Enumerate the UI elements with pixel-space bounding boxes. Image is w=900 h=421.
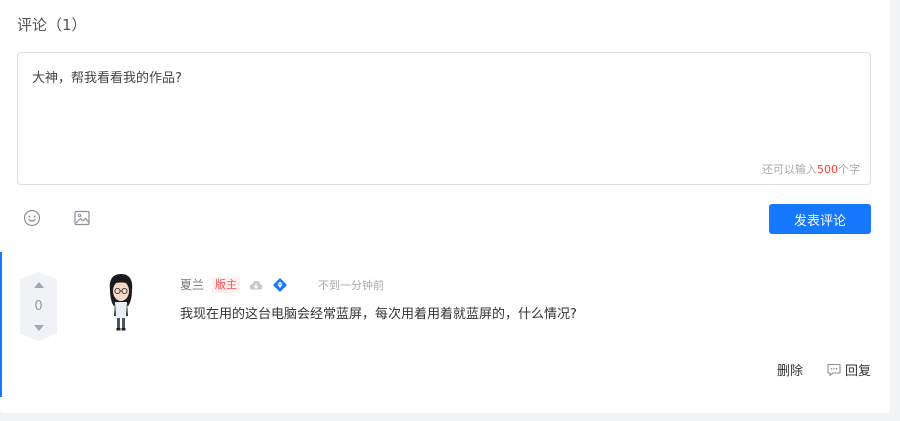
char-counter: 还可以输入500个字 bbox=[762, 161, 860, 177]
char-counter-number: 500 bbox=[817, 163, 838, 176]
char-counter-suffix: 个字 bbox=[838, 163, 860, 176]
reply-label: 回复 bbox=[845, 364, 872, 379]
comment-item: 0 夏兰 版主 不到一分钟前 我现在用的这台电脑会经常蓝屏，每次用着用着就蓝屏的… bbox=[0, 252, 892, 397]
comment-time: 不到一分钟前 bbox=[318, 278, 385, 292]
image-icon[interactable] bbox=[73, 209, 91, 227]
comment-input-text[interactable]: 大神，帮我看看我的作品? bbox=[32, 67, 182, 86]
comment-text: 我现在用的这台电脑会经常蓝屏，每次用着用着就蓝屏的，什么情况? bbox=[180, 307, 577, 322]
comment-author[interactable]: 夏兰 bbox=[180, 276, 204, 293]
reply-button[interactable]: 回复 bbox=[826, 360, 871, 379]
smiley-icon[interactable] bbox=[23, 209, 41, 227]
comment-meta: 夏兰 版主 不到一分钟前 bbox=[180, 276, 384, 293]
role-badge: 版主 bbox=[212, 276, 241, 293]
upvote-icon[interactable] bbox=[33, 282, 44, 288]
diamond-badge-icon bbox=[273, 277, 288, 292]
delete-label: 删除 bbox=[777, 364, 804, 379]
avatar[interactable] bbox=[106, 272, 136, 332]
comment-editor[interactable]: 大神，帮我看看我的作品? 还可以输入500个字 bbox=[17, 52, 871, 185]
comments-title: 评论（1） bbox=[17, 16, 87, 34]
vote-widget: 0 bbox=[20, 272, 57, 341]
comments-card: 评论（1） 大神，帮我看看我的作品? 还可以输入500个字 发表评论 0 夏兰 … bbox=[0, 0, 890, 413]
delete-button[interactable]: 删除 bbox=[777, 360, 803, 379]
chat-bubble-icon bbox=[827, 363, 841, 376]
char-counter-prefix: 还可以输入 bbox=[762, 163, 817, 176]
vote-count: 0 bbox=[34, 299, 43, 314]
submit-comment-button[interactable]: 发表评论 bbox=[769, 204, 871, 234]
cloud-icon bbox=[249, 280, 263, 289]
downvote-icon[interactable] bbox=[33, 325, 44, 331]
